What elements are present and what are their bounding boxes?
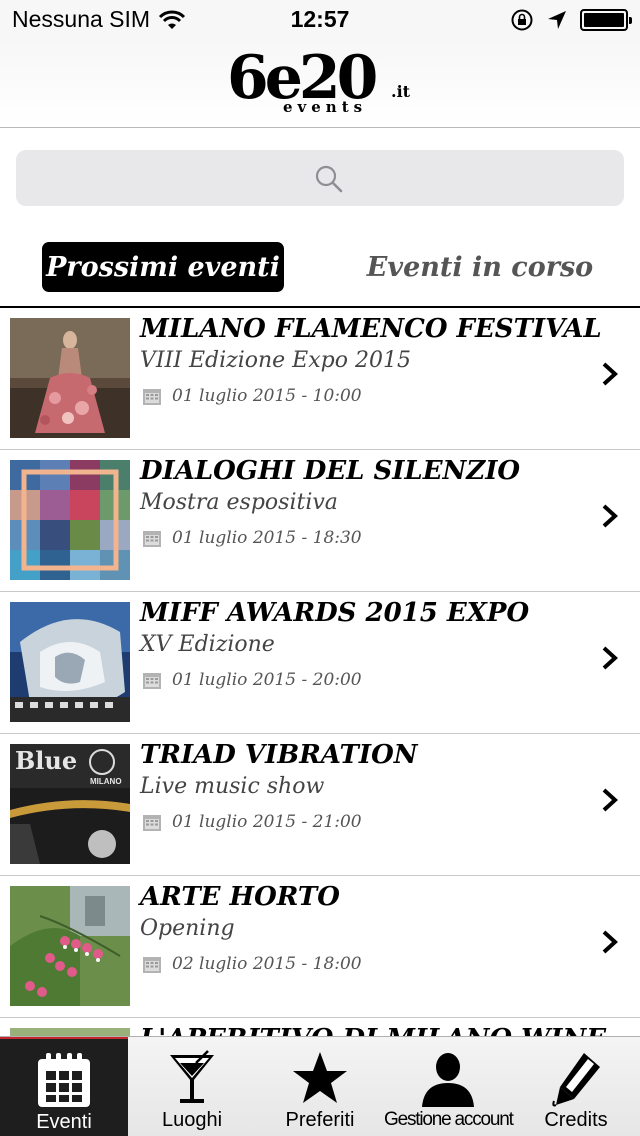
event-thumbnail: Blue MILANO <box>10 744 130 864</box>
event-subtitle: Opening <box>140 916 235 941</box>
search-icon <box>315 165 343 193</box>
status-bar: Nessuna SIM 12:57 <box>0 0 640 40</box>
person-icon <box>422 1053 474 1107</box>
tab-bar: Eventi Luoghi Preferiti Gestione account <box>0 1036 640 1136</box>
chevron-right-icon <box>602 362 618 386</box>
event-subtitle: Mostra espositiva <box>140 490 338 515</box>
tab-credits[interactable]: Credits <box>512 1037 640 1136</box>
calendar-icon <box>143 389 161 405</box>
event-thumbnail <box>10 602 130 722</box>
event-row[interactable]: MILANO FLAMENCO FESTIVAL VIII Edizione E… <box>0 308 640 450</box>
thumb-sign-text: Blue <box>15 746 78 775</box>
thumb-city-text: MILANO <box>90 777 122 786</box>
event-row[interactable]: L'APERITIVO DI MILANO WINE <box>0 1018 640 1037</box>
event-row[interactable]: ARTE HORTO Opening 02 luglio 2015 - 18:0… <box>0 876 640 1018</box>
battery-icon <box>580 9 632 31</box>
location-arrow-icon <box>548 11 566 29</box>
event-title: MILANO FLAMENCO FESTIVAL <box>140 314 602 344</box>
tab-prossimi-eventi[interactable]: Prossimi eventi <box>42 242 284 292</box>
event-subtitle: VIII Edizione Expo 2015 <box>140 348 411 373</box>
search-bar[interactable] <box>16 150 624 206</box>
pen-icon <box>552 1053 600 1107</box>
event-date: 01 luglio 2015 - 18:30 <box>172 528 362 548</box>
app-logo: 6e20 .it events <box>227 43 417 120</box>
logo-sub-text: events <box>283 98 368 116</box>
event-list[interactable]: MILANO FLAMENCO FESTIVAL VIII Edizione E… <box>0 308 640 1037</box>
calendar-icon <box>143 531 161 547</box>
tab-eventi-in-corso[interactable]: Eventi in corso <box>360 242 600 292</box>
event-date: 01 luglio 2015 - 21:00 <box>172 812 362 832</box>
tab-label: Gestione account <box>384 1109 514 1130</box>
rotation-lock-icon <box>511 9 533 31</box>
logo-tld-text: .it <box>391 82 411 101</box>
event-title: MIFF AWARDS 2015 EXPO <box>140 598 530 628</box>
calendar-icon <box>38 1053 90 1107</box>
tab-gestione-account[interactable]: Gestione account <box>384 1037 514 1136</box>
event-subtitle: Live music show <box>140 774 325 799</box>
cocktail-icon <box>170 1050 214 1103</box>
event-title: ARTE HORTO <box>140 882 340 912</box>
status-indicators <box>510 8 632 32</box>
event-date: 01 luglio 2015 - 20:00 <box>172 670 362 690</box>
event-thumbnail <box>10 886 130 1006</box>
event-date-group: 01 luglio 2015 - 20:00 <box>142 670 362 690</box>
event-date: 02 luglio 2015 - 18:00 <box>172 954 362 974</box>
event-row[interactable]: MIFF AWARDS 2015 EXPO XV Edizione 01 lug… <box>0 592 640 734</box>
event-date: 01 luglio 2015 - 10:00 <box>172 386 362 406</box>
event-row[interactable]: Blue MILANO TRIAD VIBRATION Live music s… <box>0 734 640 876</box>
tab-eventi[interactable]: Eventi <box>0 1037 128 1136</box>
chevron-right-icon <box>602 930 618 954</box>
tab-label: Preferiti <box>285 1109 355 1131</box>
event-title: TRIAD VIBRATION <box>140 740 418 770</box>
event-title: DIALOGHI DEL SILENZIO <box>140 456 521 486</box>
chevron-right-icon <box>602 646 618 670</box>
tab-luoghi[interactable]: Luoghi <box>128 1037 256 1136</box>
tab-label: Luoghi <box>161 1109 223 1131</box>
event-date-group: 02 luglio 2015 - 18:00 <box>142 954 362 974</box>
event-subtitle: XV Edizione <box>140 632 275 657</box>
event-date-group: 01 luglio 2015 - 21:00 <box>142 812 362 832</box>
event-date-group: 01 luglio 2015 - 10:00 <box>142 386 362 406</box>
tab-label: Eventi <box>36 1111 92 1133</box>
event-thumbnail <box>10 318 130 438</box>
tab-preferiti[interactable]: Preferiti <box>256 1037 384 1136</box>
event-row[interactable]: DIALOGHI DEL SILENZIO Mostra espositiva … <box>0 450 640 592</box>
chevron-right-icon <box>602 504 618 528</box>
calendar-icon <box>143 815 161 831</box>
app-header: 6e20 .it events <box>0 40 640 128</box>
star-icon <box>293 1052 347 1103</box>
event-date-group: 01 luglio 2015 - 18:30 <box>142 528 362 548</box>
chevron-right-icon <box>602 788 618 812</box>
tab-label: Credits <box>544 1109 608 1131</box>
event-thumbnail <box>10 460 130 580</box>
calendar-icon <box>143 957 161 973</box>
calendar-icon <box>143 673 161 689</box>
